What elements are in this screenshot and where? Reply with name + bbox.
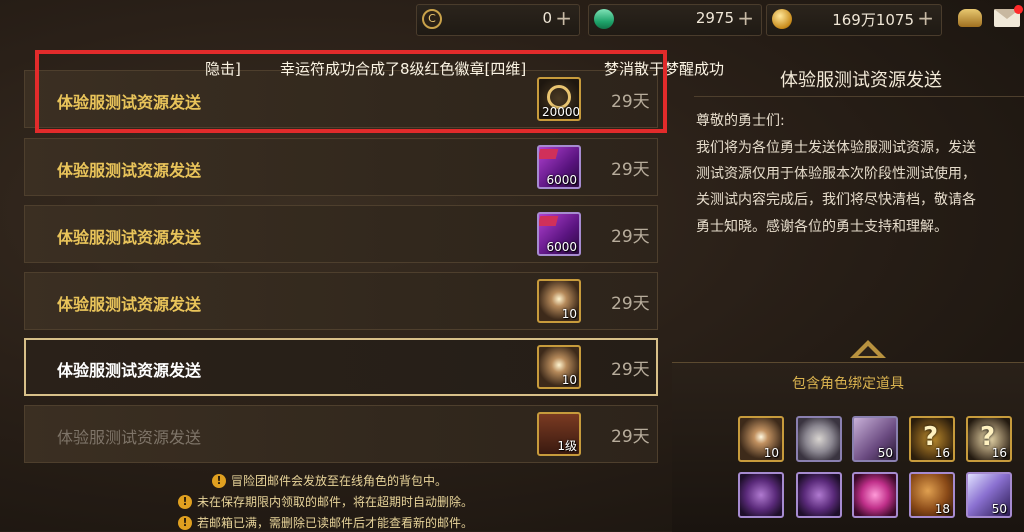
item-quantity: 10 [561, 373, 577, 387]
starburst-icon[interactable]: 10 [738, 416, 784, 462]
mail-detail-title: 体验服测试资源发送 [780, 70, 942, 91]
mail-item[interactable]: 体验服测试资源发送 10 29天 [24, 272, 658, 330]
cookie-icon[interactable]: 18 [909, 472, 955, 518]
notice-line: ! 冒险团邮件会发放至在线角色的背包中。 [212, 472, 447, 489]
gold-add-button[interactable]: + [917, 6, 934, 30]
c-points-display: C 0 + [416, 4, 580, 36]
purple-emblem-icon[interactable] [738, 472, 784, 518]
gold-coin-icon [772, 9, 792, 29]
gem-display: 2975 + [588, 4, 762, 36]
slot-quantity: 16 [991, 446, 1007, 460]
mail-expiry: 29天 [611, 360, 650, 380]
mail-item[interactable]: 体验服测试资源发送 6000 29天 [24, 205, 658, 263]
purple-crown-icon[interactable] [796, 472, 842, 518]
c-points-add-button[interactable]: + [555, 6, 572, 30]
mail-item[interactable]: 体验服测试资源发送 6000 29天 [24, 138, 658, 196]
item-quantity: 6000 [546, 240, 577, 254]
mail-title: 体验服测试资源发送 [57, 161, 202, 180]
c-coin-icon: C [422, 9, 442, 29]
slot-quantity: 16 [934, 446, 950, 460]
mail-title: 体验服测试资源发送 [57, 361, 202, 380]
highlight-annotation [35, 50, 667, 133]
mystery-silver-icon[interactable]: ? 16 [966, 416, 1012, 462]
mail-body-line: 我们将为各位勇士发送体验服测试资源，发送 [696, 140, 976, 156]
mail-expiry: 29天 [611, 427, 650, 447]
item-quantity: 6000 [546, 173, 577, 187]
gem-value: 2975 [695, 9, 734, 27]
warning-icon: ! [212, 473, 226, 488]
notice-text: 冒险团邮件会发放至在线角色的背包中。 [231, 474, 448, 488]
notice-text: 未在保存期限内领取的邮件，将在超期时自动删除。 [197, 495, 474, 509]
notice-line: ! 未在保存期限内领取的邮件，将在超期时自动删除。 [178, 493, 473, 510]
mail-body-line: 关测试内容完成后，我们将尽快清档，敬请各 [696, 192, 976, 208]
mail-title: 体验服测试资源发送 [57, 228, 202, 247]
starburst-icon[interactable]: 10 [537, 279, 581, 323]
mail-item[interactable]: 体验服测试资源发送 1级 29天 [24, 405, 658, 463]
notice-line: ! 若邮箱已满，需删除已读邮件后才能查看新的邮件。 [178, 514, 473, 531]
purple-currency-icon[interactable]: 6000 [537, 212, 581, 256]
notice-text: 若邮箱已满，需删除已读邮件后才能查看新的邮件。 [197, 516, 474, 530]
gem-add-button[interactable]: + [737, 6, 754, 30]
mail-title: 体验服测试资源发送 [57, 428, 202, 447]
purple-currency-icon[interactable]: 6000 [537, 145, 581, 189]
mail-body-line: 测试资源仅用于体验服本次阶段性测试使用， [696, 166, 976, 182]
starburst-icon[interactable]: 10 [537, 345, 581, 389]
gold-value: 169万1075 [832, 11, 914, 29]
mail-expiry: 29天 [611, 227, 650, 247]
currency-bar: C 0 + 2975 + 169万1075 + [0, 0, 1024, 40]
warning-icon: ! [178, 494, 192, 509]
item-quantity: 10 [561, 307, 577, 321]
mail-greeting: 尊敬的勇士们: [696, 113, 785, 129]
collapse-chevron-icon[interactable] [850, 340, 886, 358]
divider [694, 96, 1024, 97]
treasure-box-icon[interactable]: 50 [852, 416, 898, 462]
mail-title: 体验服测试资源发送 [57, 295, 202, 314]
slot-quantity: 50 [991, 502, 1007, 516]
bag-icon[interactable] [958, 9, 982, 27]
mystery-gold-icon[interactable]: ? 16 [909, 416, 955, 462]
warning-icon: ! [178, 515, 192, 530]
monster-card-icon[interactable]: 1级 [537, 412, 581, 456]
items-panel-header: 包含角色绑定道具 [792, 376, 904, 392]
slot-quantity: 50 [877, 446, 893, 460]
notification-dot [1014, 5, 1023, 14]
silver-plate-icon[interactable] [796, 416, 842, 462]
mail-expiry: 29天 [611, 160, 650, 180]
item-quantity: 1级 [557, 439, 577, 453]
mail-expiry: 29天 [611, 294, 650, 314]
crystal-ticket-icon[interactable]: 50 [966, 472, 1012, 518]
pink-star-icon[interactable] [852, 472, 898, 518]
gold-display: 169万1075 + [766, 4, 942, 36]
mail-item-selected[interactable]: 体验服测试资源发送 10 29天 [24, 338, 658, 396]
slot-quantity: 18 [934, 502, 950, 516]
slot-quantity: 10 [763, 446, 779, 460]
c-points-value: 0 [542, 9, 552, 27]
mail-body-line: 勇士知晓。感谢各位的勇士支持和理解。 [696, 219, 948, 235]
